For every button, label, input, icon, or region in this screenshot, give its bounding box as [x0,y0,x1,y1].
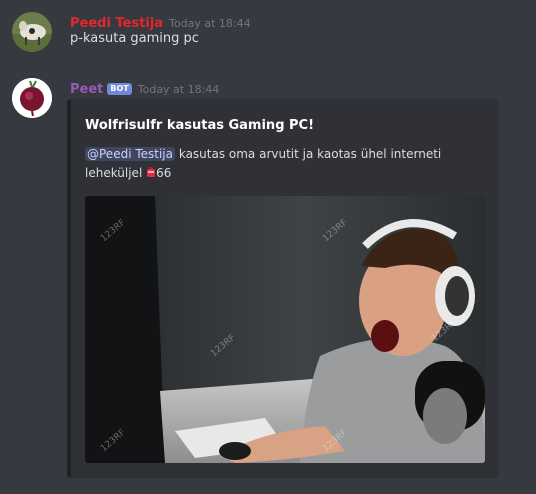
beet-icon [12,78,52,118]
user-avatar[interactable] [12,12,52,52]
user-mention[interactable]: @Peedi Testija [85,147,175,161]
message-1: Peedi Testija Today at 18:44 p-kasuta gam… [0,12,536,56]
embed-description: @Peedi Testija kasutas oma arvutit ja ka… [85,145,465,183]
message-text: p-kasuta gaming pc [70,31,199,46]
embed-title: Wolfrisulfr kasutas Gaming PC! [85,118,315,133]
bot-avatar[interactable] [12,78,52,118]
timestamp: Today at 18:44 [137,83,220,96]
username[interactable]: Peedi Testija [70,16,163,31]
rich-embed: Wolfrisulfr kasutas Gaming PC! @Peedi Te… [67,99,499,478]
message-header: Peedi Testija Today at 18:44 [70,12,251,31]
coin-amount: 66 [156,166,172,180]
bot-badge: BOT [107,83,132,95]
message-header: Peet BOT Today at 18:44 [70,78,219,97]
timestamp: Today at 18:44 [169,17,251,30]
username[interactable]: Peet [70,82,103,97]
money-bag-icon [146,165,156,177]
embed-image[interactable]: 123RF 123RF 123RF 123RF 123RF 123RF [85,196,485,463]
